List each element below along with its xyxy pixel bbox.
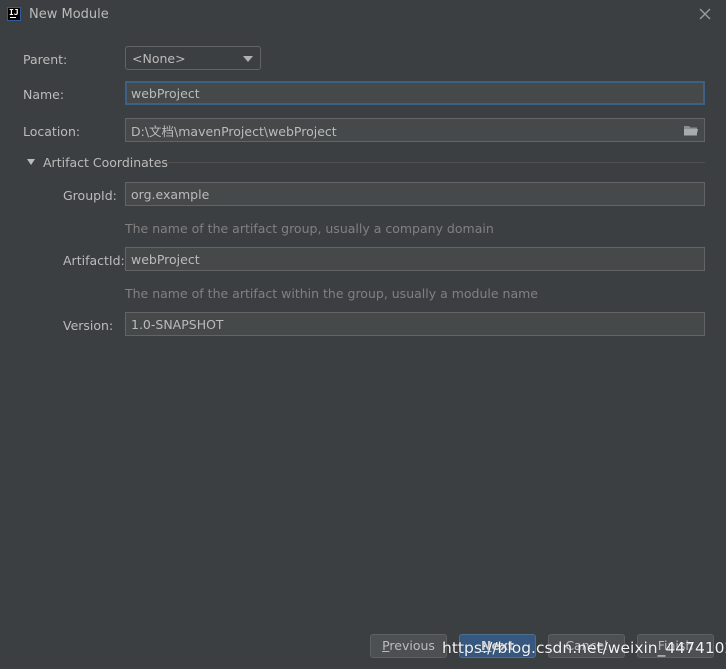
name-input[interactable]	[125, 81, 705, 105]
version-label: Version:	[63, 318, 114, 333]
previous-label: revious	[389, 638, 435, 653]
groupid-hint: The name of the artifact group, usually …	[125, 221, 494, 236]
artifactid-hint: The name of the artifact within the grou…	[125, 286, 538, 301]
title-bar: IJ New Module	[0, 0, 726, 30]
artifactid-input[interactable]	[125, 247, 705, 271]
window-title: New Module	[29, 7, 109, 22]
groupid-input[interactable]	[125, 182, 705, 206]
groupid-label: GroupId:	[63, 188, 117, 203]
folder-icon[interactable]	[683, 124, 699, 137]
artifactid-label: ArtifactId:	[63, 253, 125, 268]
chevron-down-icon	[243, 56, 253, 62]
parent-label: Parent:	[23, 52, 68, 67]
expand-triangle-icon[interactable]	[27, 159, 35, 165]
parent-select[interactable]: <None>	[125, 46, 261, 70]
location-input[interactable]	[125, 118, 705, 142]
section-divider	[164, 162, 705, 163]
previous-button[interactable]: Previous	[370, 634, 447, 658]
version-input[interactable]	[125, 312, 705, 336]
location-label: Location:	[23, 124, 81, 139]
parent-select-value: <None>	[132, 51, 186, 66]
section-title: Artifact Coordinates	[43, 155, 168, 170]
watermark-text: https://blog.csdn.net/weixin_44741023	[442, 639, 726, 657]
intellij-app-icon: IJ	[7, 7, 21, 21]
close-icon[interactable]	[695, 4, 715, 24]
name-label: Name:	[23, 87, 65, 102]
new-module-dialog: IJ New Module Parent: <None> Name: Locat…	[0, 0, 726, 669]
artifact-coordinates-section[interactable]: Artifact Coordinates	[26, 155, 706, 171]
